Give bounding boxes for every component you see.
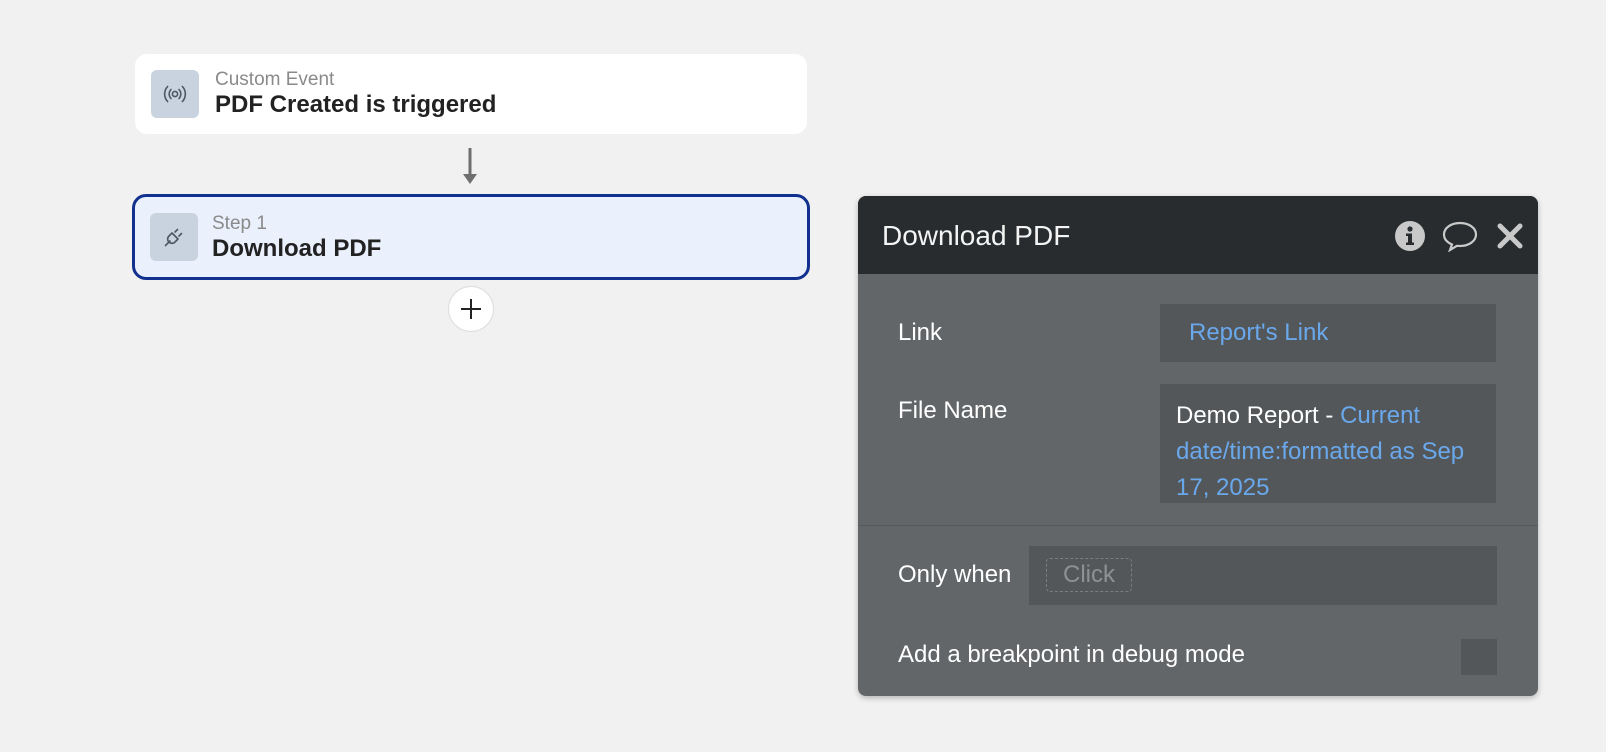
link-field-value: Report's Link [1189,319,1329,346]
event-card-text: Custom Event PDF Created is triggered [215,69,496,119]
panel-title: Download PDF [882,220,1071,251]
panel-divider [858,525,1538,526]
close-icon [1497,223,1523,249]
panel-header: Download PDF [858,196,1538,274]
file-name-static-text: Demo Report - [1176,402,1341,429]
breakpoint-checkbox[interactable] [1461,639,1497,675]
only-when-label: Only when [898,561,1012,588]
info-button[interactable] [1392,218,1428,254]
comment-button[interactable] [1442,218,1478,254]
step-title: Download PDF [212,235,382,262]
info-icon [1395,221,1425,251]
event-type-label: Custom Event [215,69,335,90]
breakpoint-label: Add a breakpoint in debug mode [898,641,1245,668]
step-card[interactable]: Step 1 Download PDF [132,194,810,280]
step-number-label: Step 1 [212,213,267,234]
link-field[interactable]: Report's Link [1160,304,1496,362]
event-card[interactable]: Custom Event PDF Created is triggered [135,54,807,134]
close-button[interactable] [1492,218,1528,254]
plugin-icon [150,213,198,261]
file-name-field[interactable]: Demo Report - Current date/time:formatte… [1160,384,1496,503]
add-step-button[interactable] [448,286,494,332]
connector-arrow-icon [463,148,477,184]
broadcast-icon [151,70,199,118]
step-card-text: Step 1 Download PDF [212,213,381,263]
only-when-click-placeholder[interactable]: Click [1046,558,1132,592]
event-title: PDF Created is triggered [215,91,497,118]
link-label: Link [898,319,943,346]
action-property-panel: Download PDF Link Report's Link File Nam… [858,196,1538,696]
comment-icon [1442,221,1478,252]
only-when-field[interactable]: Click [1029,546,1497,605]
panel-actions [1392,218,1528,254]
file-name-label: File Name [898,397,1008,424]
plus-icon [461,299,481,319]
